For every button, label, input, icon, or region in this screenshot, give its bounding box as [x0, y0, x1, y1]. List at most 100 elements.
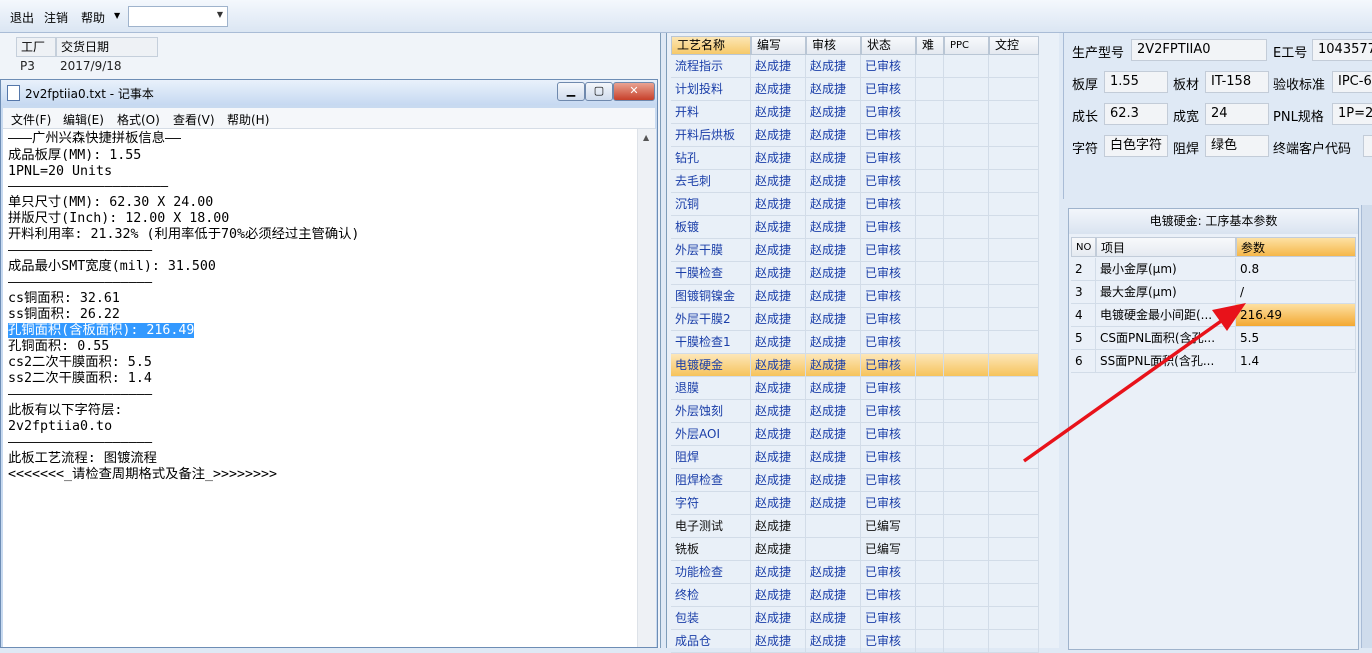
- process-name-cell[interactable]: 铣板: [671, 538, 751, 561]
- ppc-cell[interactable]: [944, 423, 989, 446]
- ppc-cell[interactable]: [944, 55, 989, 78]
- process-row[interactable]: 开料 赵成捷 赵成捷 已审核: [671, 101, 1039, 124]
- author-cell[interactable]: 赵成捷: [751, 170, 806, 193]
- reviewer-cell[interactable]: 赵成捷: [806, 124, 861, 147]
- doc-control-cell[interactable]: [989, 515, 1039, 538]
- reviewer-cell[interactable]: 赵成捷: [806, 584, 861, 607]
- col-difficulty[interactable]: 难: [916, 36, 944, 55]
- reviewer-cell[interactable]: 赵成捷: [806, 55, 861, 78]
- doc-control-cell[interactable]: [989, 170, 1039, 193]
- status-cell[interactable]: 已审核: [861, 607, 916, 630]
- process-name-cell[interactable]: 电镀硬金: [671, 354, 751, 377]
- reviewer-cell[interactable]: 赵成捷: [806, 331, 861, 354]
- doc-control-cell[interactable]: [989, 423, 1039, 446]
- process-row[interactable]: 外层AOI 赵成捷 赵成捷 已审核: [671, 423, 1039, 446]
- process-row[interactable]: 外层蚀刻 赵成捷 赵成捷 已审核: [671, 400, 1039, 423]
- difficulty-cell[interactable]: [916, 607, 944, 630]
- reviewer-cell[interactable]: 赵成捷: [806, 216, 861, 239]
- ppc-cell[interactable]: [944, 446, 989, 469]
- author-cell[interactable]: 赵成捷: [751, 216, 806, 239]
- doc-control-cell[interactable]: [989, 101, 1039, 124]
- status-cell[interactable]: 已审核: [861, 285, 916, 308]
- ppc-cell[interactable]: [944, 400, 989, 423]
- process-row[interactable]: 电镀硬金 赵成捷 赵成捷 已审核: [671, 354, 1039, 377]
- ppc-cell[interactable]: [944, 561, 989, 584]
- difficulty-cell[interactable]: [916, 147, 944, 170]
- ppc-cell[interactable]: [944, 147, 989, 170]
- param-no-cell[interactable]: 4: [1071, 304, 1096, 327]
- author-cell[interactable]: 赵成捷: [751, 354, 806, 377]
- process-name-cell[interactable]: 退膜: [671, 377, 751, 400]
- doc-control-cell[interactable]: [989, 538, 1039, 561]
- model-field[interactable]: 2V2FPTIIA0: [1131, 39, 1267, 61]
- reviewer-cell[interactable]: 赵成捷: [806, 354, 861, 377]
- menu-exit[interactable]: 退出: [10, 9, 34, 26]
- doc-control-cell[interactable]: [989, 354, 1039, 377]
- process-name-cell[interactable]: 图镀铜镍金: [671, 285, 751, 308]
- ppc-cell[interactable]: [944, 193, 989, 216]
- reviewer-cell[interactable]: 赵成捷: [806, 262, 861, 285]
- process-row[interactable]: 沉铜 赵成捷 赵成捷 已审核: [671, 193, 1039, 216]
- minimize-button[interactable]: ▁: [557, 82, 585, 101]
- author-cell[interactable]: 赵成捷: [751, 400, 806, 423]
- process-name-cell[interactable]: 字符: [671, 492, 751, 515]
- author-cell[interactable]: 赵成捷: [751, 239, 806, 262]
- status-cell[interactable]: 已审核: [861, 124, 916, 147]
- status-cell[interactable]: 已审核: [861, 400, 916, 423]
- param-item-cell[interactable]: 最小金厚(μm): [1096, 258, 1236, 281]
- process-name-cell[interactable]: 沉铜: [671, 193, 751, 216]
- status-cell[interactable]: 已审核: [861, 239, 916, 262]
- doc-control-cell[interactable]: [989, 377, 1039, 400]
- author-cell[interactable]: 赵成捷: [751, 377, 806, 400]
- close-button[interactable]: ✕: [613, 82, 655, 101]
- wid-field[interactable]: 24: [1205, 103, 1269, 125]
- process-row[interactable]: 阻焊 赵成捷 赵成捷 已审核: [671, 446, 1039, 469]
- reviewer-cell[interactable]: 赵成捷: [806, 285, 861, 308]
- menu-view[interactable]: 查看(V): [173, 111, 215, 128]
- difficulty-cell[interactable]: [916, 515, 944, 538]
- doc-control-cell[interactable]: [989, 55, 1039, 78]
- col-no[interactable]: NO: [1071, 237, 1096, 257]
- difficulty-cell[interactable]: [916, 308, 944, 331]
- reviewer-cell[interactable]: 赵成捷: [806, 630, 861, 653]
- process-row[interactable]: 包装 赵成捷 赵成捷 已审核: [671, 607, 1039, 630]
- reviewer-cell[interactable]: [806, 515, 861, 538]
- difficulty-cell[interactable]: [916, 492, 944, 515]
- menu-help-notepad[interactable]: 帮助(H): [227, 111, 269, 128]
- process-name-cell[interactable]: 外层AOI: [671, 423, 751, 446]
- process-name-cell[interactable]: 流程指示: [671, 55, 751, 78]
- len-field[interactable]: 62.3: [1104, 103, 1168, 125]
- reviewer-cell[interactable]: 赵成捷: [806, 239, 861, 262]
- ppc-cell[interactable]: [944, 101, 989, 124]
- status-cell[interactable]: 已审核: [861, 446, 916, 469]
- process-name-cell[interactable]: 阻焊检查: [671, 469, 751, 492]
- param-row[interactable]: 4 电镀硬金最小间距(... 216.49: [1071, 304, 1356, 327]
- cell-factory[interactable]: P3: [16, 57, 35, 75]
- ppc-cell[interactable]: [944, 285, 989, 308]
- difficulty-cell[interactable]: [916, 124, 944, 147]
- doc-control-cell[interactable]: [989, 492, 1039, 515]
- status-cell[interactable]: 已编写: [861, 538, 916, 561]
- param-value-cell[interactable]: /: [1236, 281, 1356, 304]
- param-row[interactable]: 2 最小金厚(μm) 0.8: [1071, 258, 1356, 281]
- doc-control-cell[interactable]: [989, 561, 1039, 584]
- notepad-text-area[interactable]: ———广州兴森快捷拼板信息—— 成品板厚(MM): 1.55 1PNL=20 U…: [3, 129, 637, 647]
- process-name-cell[interactable]: 干膜检查1: [671, 331, 751, 354]
- difficulty-cell[interactable]: [916, 285, 944, 308]
- author-cell[interactable]: 赵成捷: [751, 147, 806, 170]
- cell-delivery-date[interactable]: 2017/9/18: [56, 57, 122, 75]
- status-cell[interactable]: 已编写: [861, 515, 916, 538]
- process-row[interactable]: 干膜检查 赵成捷 赵成捷 已审核: [671, 262, 1039, 285]
- status-cell[interactable]: 已审核: [861, 216, 916, 239]
- process-name-cell[interactable]: 开料后烘板: [671, 124, 751, 147]
- doc-control-cell[interactable]: [989, 262, 1039, 285]
- mat-field[interactable]: IT-158: [1205, 71, 1269, 93]
- help-dropdown-icon[interactable]: ▼: [114, 11, 120, 20]
- thick-field[interactable]: 1.55: [1104, 71, 1168, 93]
- doc-control-cell[interactable]: [989, 193, 1039, 216]
- ppc-cell[interactable]: [944, 170, 989, 193]
- difficulty-cell[interactable]: [916, 55, 944, 78]
- col-doc-control[interactable]: 文控: [989, 36, 1039, 55]
- char-field[interactable]: 白色字符: [1104, 135, 1168, 157]
- author-cell[interactable]: 赵成捷: [751, 262, 806, 285]
